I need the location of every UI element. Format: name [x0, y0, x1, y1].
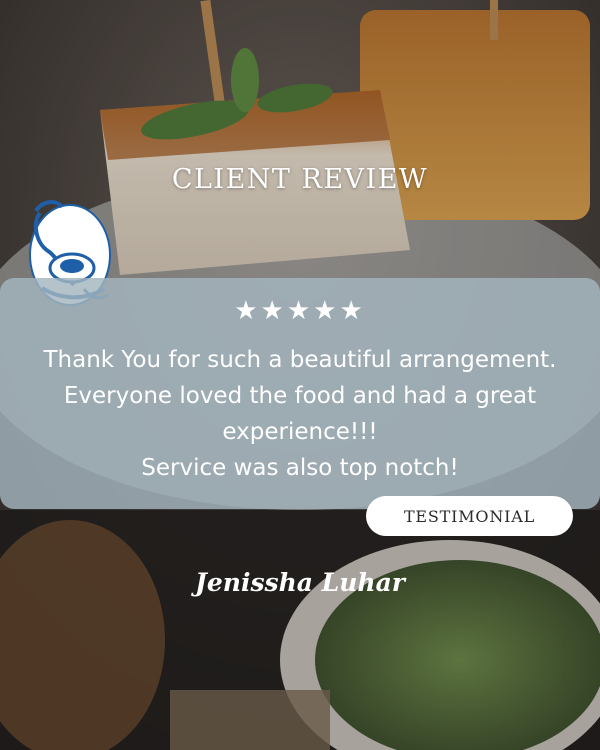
- testimonial-badge-label: TESTIMONIAL: [403, 506, 536, 526]
- reviewer-name: Jenissha Luhar: [195, 568, 405, 597]
- page-title: CLIENT REVIEW: [171, 164, 429, 195]
- testimonial-badge: TESTIMONIAL: [366, 496, 573, 536]
- review-line: Service was also top notch!: [141, 455, 459, 481]
- review-text: Thank You for such a beautiful arrangeme…: [10, 342, 590, 486]
- review-line: Thank You for such a beautiful arrangeme…: [43, 347, 557, 373]
- review-line: Everyone loved the food and had a great: [63, 383, 537, 409]
- review-line: experience!!!: [222, 419, 378, 445]
- rating-stars: ★★★★★: [234, 296, 366, 326]
- review-card: ★★★★★ Thank You for such a beautiful arr…: [0, 278, 600, 509]
